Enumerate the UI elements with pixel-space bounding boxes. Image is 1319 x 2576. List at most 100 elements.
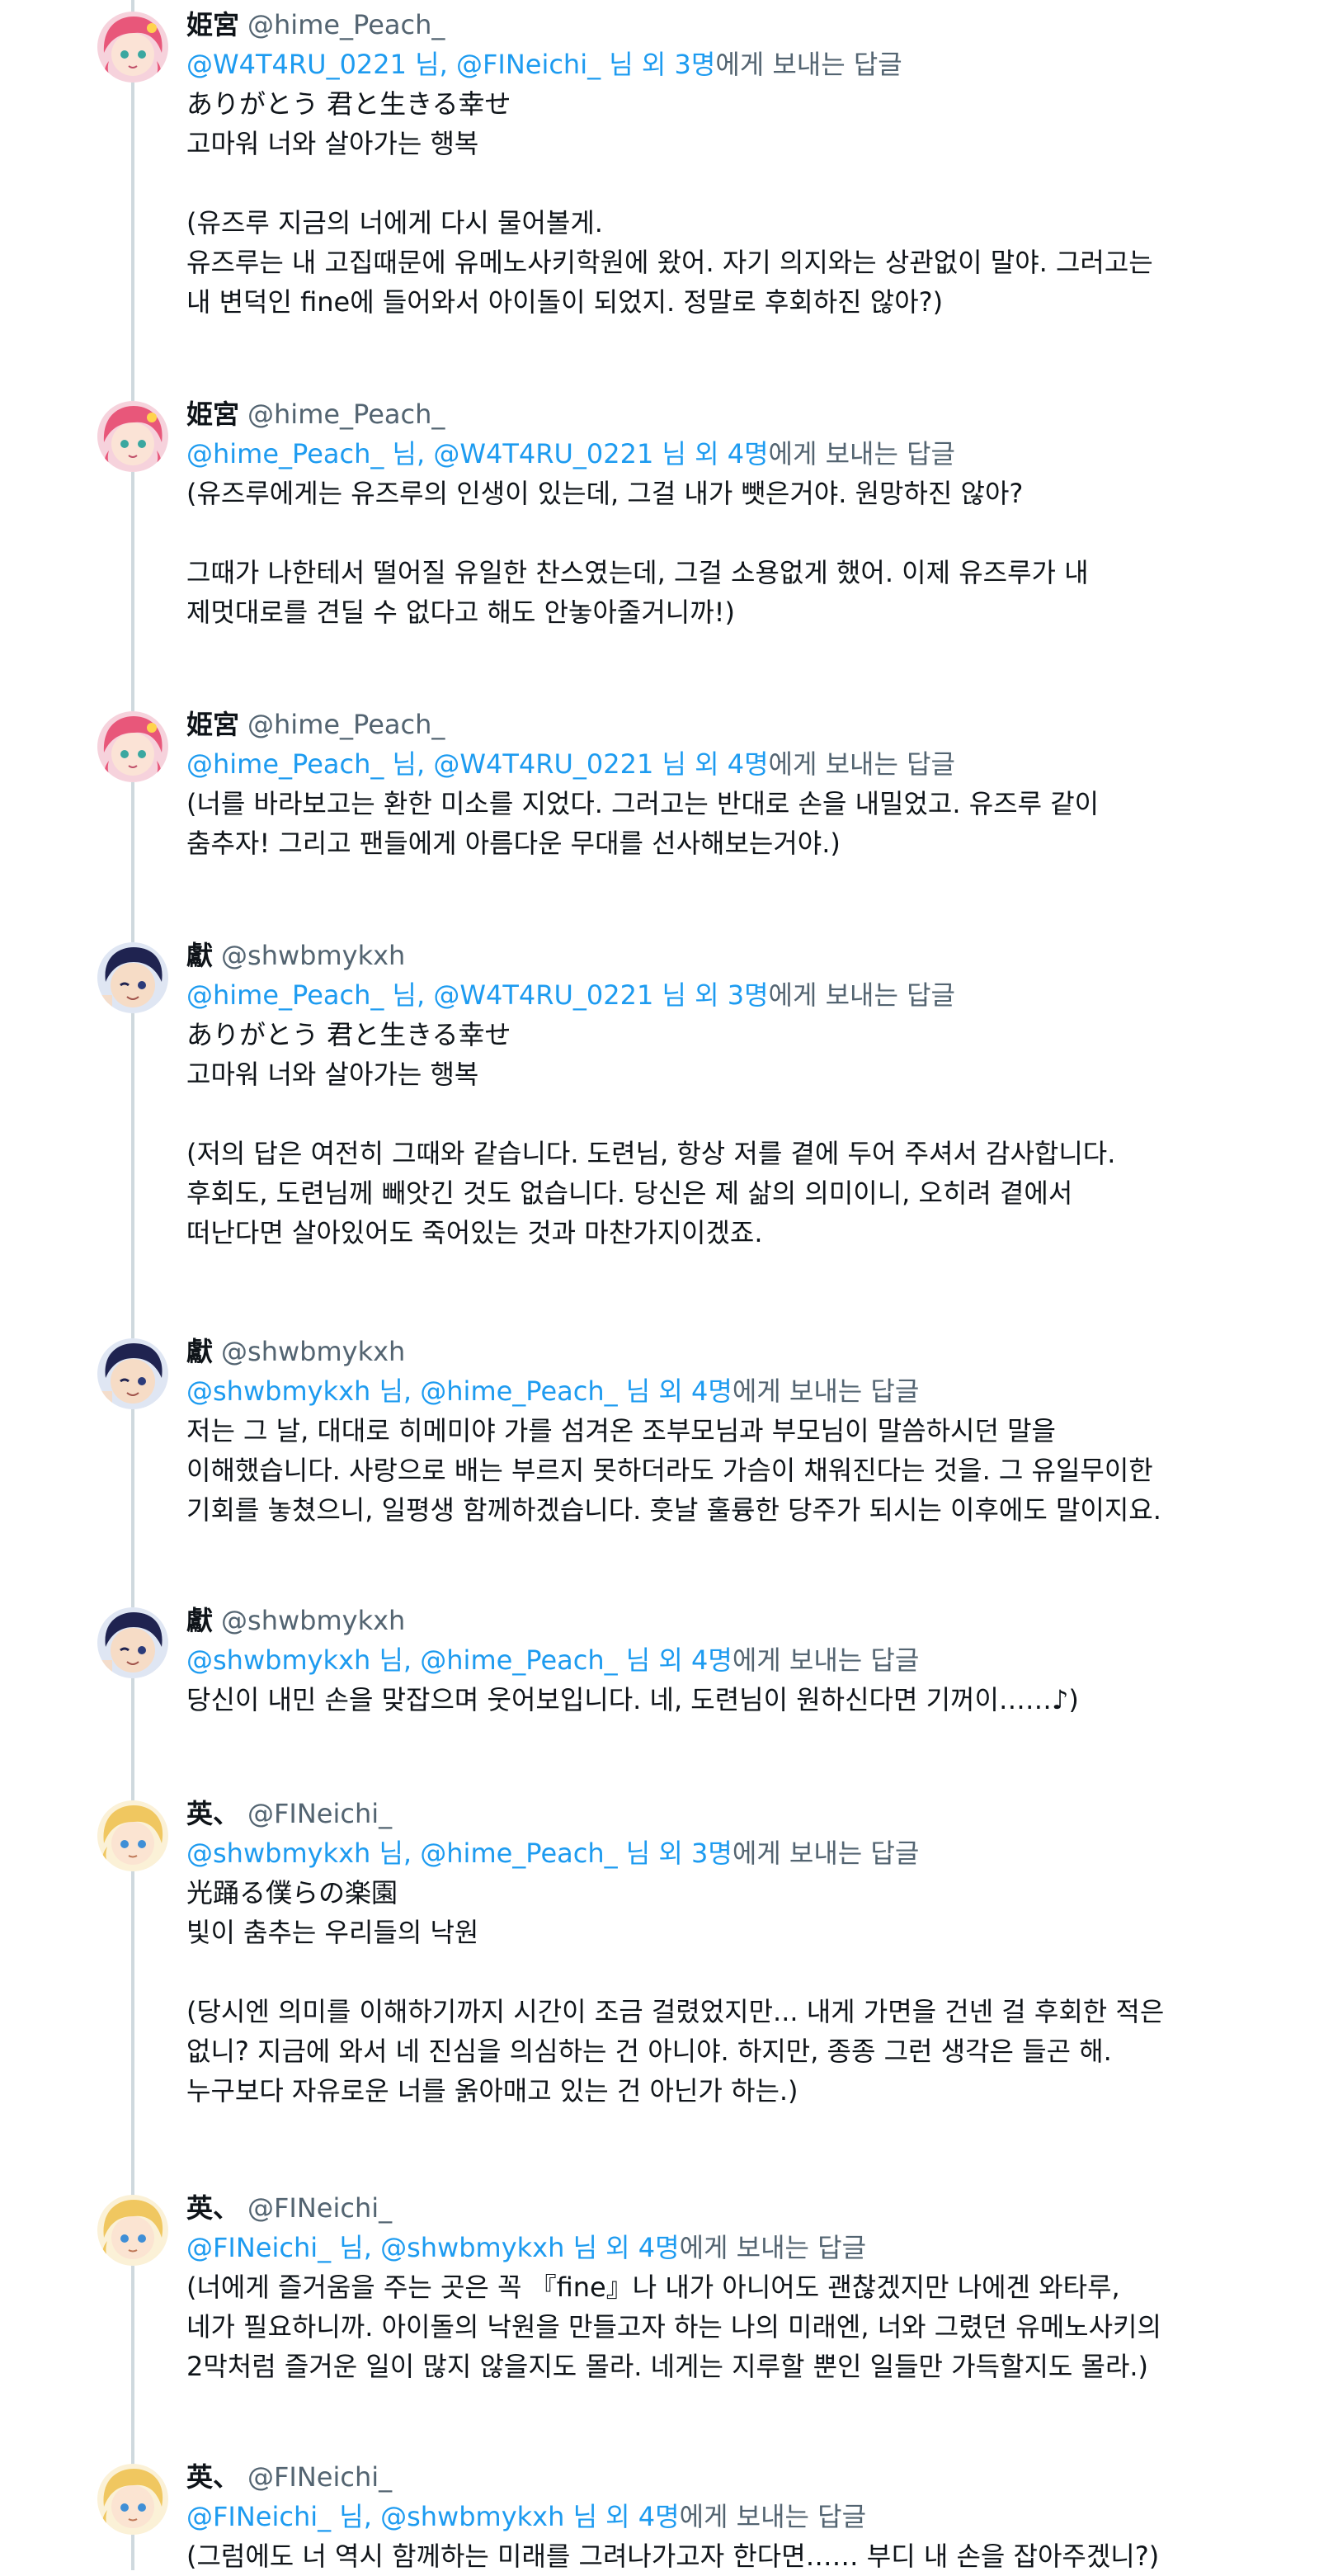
reply-to-line: @W4T4RU_0221 님, @FINeichi_ 님 외 3명에게 보내는 … <box>186 45 1253 84</box>
avatar[interactable] <box>97 942 168 1013</box>
display-name[interactable]: 獻 <box>186 1605 213 1636</box>
reply-others-count[interactable]: 3명 <box>675 49 716 80</box>
tweet-text-line: 고마워 너와 살아가는 행복 <box>186 1059 479 1090</box>
avatar[interactable] <box>97 1607 168 1678</box>
avatar[interactable] <box>97 12 168 83</box>
reply-mention-link[interactable]: @W4T4RU_0221 <box>433 438 653 469</box>
reply-to-line: @FINeichi_ 님, @shwbmykxh 님 외 4명에게 보내는 답글 <box>186 2228 1253 2267</box>
reply-others-count[interactable]: 3명 <box>728 979 769 1011</box>
tweet-text-line: (당시엔 의미를 이해하기까지 시간이 조금 걸렸었지만... 내게 가면을 건… <box>186 1996 1165 2027</box>
tweet-text-line: (너를 바라보고는 환한 미소를 지었다. 그러고는 반대로 손을 내밀었고. … <box>186 788 1100 819</box>
user-handle[interactable]: @FINeichi_ <box>247 1798 392 1829</box>
tweet-body: (너에게 즐거움을 주는 곳은 꼭 『fine』나 내가 아니어도 괜찮겠지만 … <box>186 2267 1253 2386</box>
reply-others-count[interactable]: 4명 <box>728 748 769 780</box>
tweet-header: 姫宮 @hime_Peach_ <box>186 394 1253 434</box>
reply-mention-link[interactable]: @W4T4RU_0221 <box>186 49 407 80</box>
tweet-text-line: (유즈루에게는 유즈루의 인생이 있는데, 그걸 내가 뺏은거야. 원망하진 않… <box>186 478 1024 509</box>
display-name[interactable]: 姫宮 <box>186 399 239 430</box>
tweet-header: 姫宮 @hime_Peach_ <box>186 705 1253 744</box>
user-handle[interactable]: @hime_Peach_ <box>247 709 445 740</box>
reply-separator: 님, <box>370 1838 421 1869</box>
tweet-text-line: 빛이 춤추는 우리들의 낙원 <box>186 1917 479 1948</box>
tweet-body: ありがとう 君と生きる幸せ 고마워 너와 살아가는 행복 (유즈루 지금의 너에게 … <box>186 84 1253 322</box>
tweet-text-line: 없니? 지금에 와서 네 진심을 의심하는 건 아니야. 하지만, 종종 그런 … <box>186 2036 1112 2067</box>
reply-suffix: 에게 보내는 답글 <box>679 2501 867 2532</box>
reply-separator: 님 외 <box>653 979 728 1011</box>
display-name[interactable]: 英、 <box>186 1798 239 1829</box>
reply-separator: 님 외 <box>601 49 675 80</box>
reply-mention-link[interactable]: @shwbmykxh <box>186 1838 370 1869</box>
tweet-text-line: 떠난다면 살아있어도 죽어있는 것과 마찬가지이겠죠. <box>186 1217 763 1248</box>
avatar[interactable] <box>97 711 168 782</box>
reply-mention-link[interactable]: @hime_Peach_ <box>186 438 384 469</box>
tweet-text-line: 光踊る僕らの楽園 <box>186 1877 398 1908</box>
avatar[interactable] <box>97 401 168 472</box>
reply-mention-link[interactable]: @hime_Peach_ <box>420 1375 617 1407</box>
reply-separator: 님, <box>407 49 456 80</box>
display-name[interactable]: 獻 <box>186 1336 213 1367</box>
tweet-text-line: 고마워 너와 살아가는 행복 <box>186 128 479 159</box>
reply-suffix: 에게 보내는 답글 <box>732 1644 920 1676</box>
display-name[interactable]: 英、 <box>186 2461 239 2493</box>
tweet-header: 獻 @shwbmykxh <box>186 936 1253 975</box>
reply-separator: 님, <box>370 1644 421 1676</box>
reply-others-count[interactable]: 4명 <box>638 2232 680 2263</box>
reply-mention-link[interactable]: @hime_Peach_ <box>186 748 384 780</box>
avatar[interactable] <box>97 1338 168 1409</box>
user-handle[interactable]: @hime_Peach_ <box>247 9 445 40</box>
dark-hair-avatar-icon <box>97 1338 168 1409</box>
user-handle[interactable]: @FINeichi_ <box>247 2192 392 2224</box>
reply-mention-link[interactable]: @FINeichi_ <box>186 2232 331 2263</box>
reply-separator: 님, <box>370 1375 421 1407</box>
pink-hair-avatar-icon <box>97 401 168 472</box>
tweet-header: 獻 @shwbmykxh <box>186 1332 1253 1371</box>
tweet-text-line: ありがとう 君と生きる幸せ <box>186 88 511 120</box>
reply-separator: 님 외 <box>653 438 728 469</box>
avatar[interactable] <box>97 1800 168 1871</box>
reply-suffix: 에게 보내는 답글 <box>768 438 955 469</box>
user-handle[interactable]: @shwbmykxh <box>221 1336 405 1367</box>
reply-separator: 님, <box>384 748 434 780</box>
reply-others-count[interactable]: 4명 <box>691 1644 733 1676</box>
reply-mention-link[interactable]: @W4T4RU_0221 <box>433 979 653 1011</box>
reply-separator: 님 외 <box>653 748 728 780</box>
reply-mention-link[interactable]: @shwbmykxh <box>380 2232 564 2263</box>
pink-hair-avatar-icon <box>97 12 168 83</box>
tweet-text-line: (너에게 즐거움을 주는 곳은 꼭 『fine』나 내가 아니어도 괜찮겠지만 … <box>186 2272 1120 2303</box>
reply-mention-link[interactable]: @hime_Peach_ <box>186 979 384 1011</box>
tweet-text-line: ありがとう 君と生きる幸せ <box>186 1019 511 1050</box>
display-name[interactable]: 姫宮 <box>186 709 239 740</box>
tweet-body: (유즈루에게는 유즈루의 인생이 있는데, 그걸 내가 뺏은거야. 원망하진 않… <box>186 474 1253 632</box>
reply-thread: 姫宮 @hime_Peach_ @W4T4RU_0221 님, @FINeichi_… <box>0 0 1319 2572</box>
reply-mention-link[interactable]: @shwbmykxh <box>380 2501 564 2532</box>
reply-suffix: 에게 보내는 답글 <box>715 49 902 80</box>
avatar[interactable] <box>97 2195 168 2266</box>
tweet-text-line: (저의 답은 여전히 그때와 같습니다. 도련님, 항상 저를 곁에 두어 주셔… <box>186 1138 1116 1169</box>
tweet-text-line: 이해했습니다. 사랑으로 배는 부르지 못하더라도 가슴이 채워진다는 것을. … <box>186 1455 1153 1486</box>
tweet-content: 英、 @FINeichi_ @shwbmykxh 님, @hime_Peach_ 님… <box>186 1794 1253 2111</box>
tweet-content: 英、 @FINeichi_ @FINeichi_ 님, @shwbmykxh 님 외… <box>186 2457 1253 2576</box>
tweet-header: 英、 @FINeichi_ <box>186 2457 1253 2497</box>
blond-hair-avatar-icon <box>97 2464 168 2535</box>
reply-mention-link[interactable]: @W4T4RU_0221 <box>433 748 653 780</box>
reply-mention-link[interactable]: @FINeichi_ <box>186 2501 331 2532</box>
reply-to-line: @hime_Peach_ 님, @W4T4RU_0221 님 외 4명에게 보내… <box>186 744 1253 784</box>
tweet-content: 獻 @shwbmykxh @hime_Peach_ 님, @W4T4RU_0221 … <box>186 936 1253 1253</box>
reply-others-count[interactable]: 4명 <box>691 1375 733 1407</box>
avatar[interactable] <box>97 2464 168 2535</box>
reply-mention-link[interactable]: @hime_Peach_ <box>420 1644 617 1676</box>
reply-others-count[interactable]: 4명 <box>728 438 769 469</box>
user-handle[interactable]: @shwbmykxh <box>221 940 405 971</box>
display-name[interactable]: 獻 <box>186 940 213 971</box>
user-handle[interactable]: @shwbmykxh <box>221 1605 405 1636</box>
reply-mention-link[interactable]: @FINeichi_ <box>456 49 601 80</box>
display-name[interactable]: 英、 <box>186 2192 239 2224</box>
reply-mention-link[interactable]: @hime_Peach_ <box>420 1838 617 1869</box>
reply-mention-link[interactable]: @shwbmykxh <box>186 1644 370 1676</box>
user-handle[interactable]: @hime_Peach_ <box>247 399 445 430</box>
reply-others-count[interactable]: 3명 <box>691 1838 733 1869</box>
reply-others-count[interactable]: 4명 <box>638 2501 680 2532</box>
display-name[interactable]: 姫宮 <box>186 9 239 40</box>
reply-mention-link[interactable]: @shwbmykxh <box>186 1375 370 1407</box>
user-handle[interactable]: @FINeichi_ <box>247 2461 392 2493</box>
